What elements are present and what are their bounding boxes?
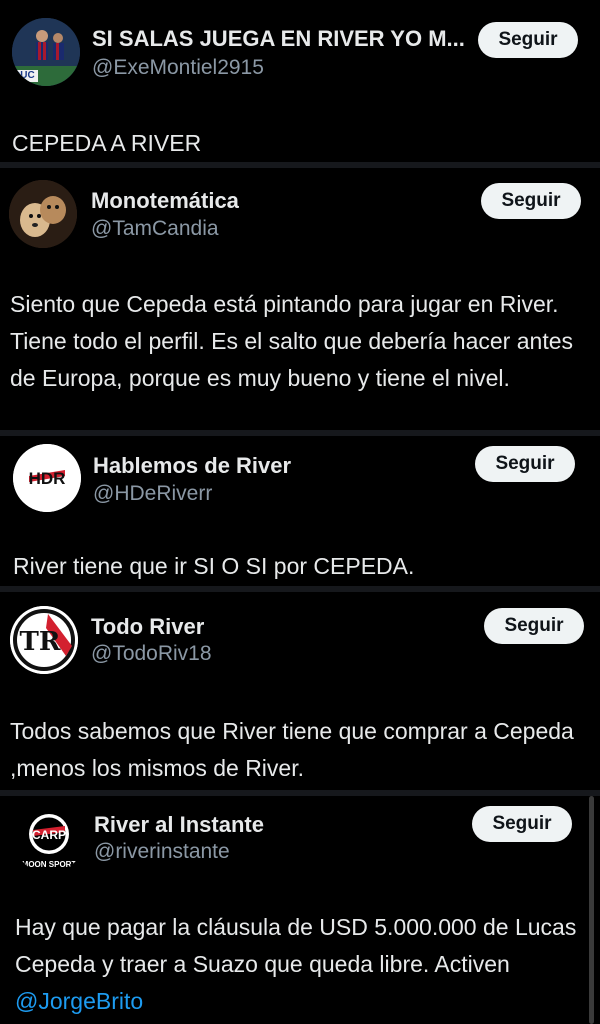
avatar[interactable]: CARP MOON SPORT <box>15 806 83 874</box>
tweet-text: Hay que pagar la cláusula de USD 5.000.0… <box>15 909 585 1020</box>
tweet-text: Todos sabemos que River tiene que compra… <box>10 718 574 781</box>
avatar-text: HDR <box>29 469 66 488</box>
tweet-card[interactable]: TR Todo River @TodoRiv18 Seguir Todos sa… <box>0 592 600 790</box>
avatar-text: DUC <box>13 70 35 81</box>
display-name[interactable]: Todo River <box>91 614 451 640</box>
display-name[interactable]: SI SALAS JUEGA EN RIVER YO M... <box>92 26 472 52</box>
avatar-text: CARP <box>32 828 66 842</box>
avatar-text: TR <box>20 627 61 657</box>
carp-moon-sport-logo-icon: CARP MOON SPORT <box>15 806 83 874</box>
tweet-text: River tiene que ir SI O SI por CEPEDA. <box>13 553 415 579</box>
scrollbar[interactable] <box>589 796 594 1024</box>
avatar[interactable] <box>9 180 77 248</box>
follow-button[interactable]: Seguir <box>484 608 584 644</box>
display-name[interactable]: River al Instante <box>94 812 454 838</box>
tweet-text: CEPEDA A RIVER <box>12 130 202 156</box>
follow-button[interactable]: Seguir <box>478 22 578 58</box>
user-handle[interactable]: @ExeMontiel2915 <box>92 56 264 80</box>
user-handle[interactable]: @TodoRiv18 <box>91 642 212 666</box>
todo-river-logo-icon: TR <box>10 606 78 674</box>
tweet-card[interactable]: DUC SI SALAS JUEGA EN RIVER YO M... @Exe… <box>0 0 600 162</box>
avatar[interactable]: TR <box>10 606 78 674</box>
tweet-card[interactable]: Monotemática @TamCandia Seguir Siento qu… <box>0 168 600 430</box>
display-name[interactable]: Monotemática <box>91 188 461 214</box>
hdr-logo-icon: HDR <box>13 444 81 512</box>
follow-button[interactable]: Seguir <box>475 446 575 482</box>
mention-link[interactable]: @JorgeBrito <box>15 988 143 1014</box>
tweet-card[interactable]: CARP MOON SPORT River al Instante @river… <box>0 796 600 1024</box>
user-handle[interactable]: @riverinstante <box>94 840 230 864</box>
follow-button[interactable]: Seguir <box>472 806 572 842</box>
display-name[interactable]: Hablemos de River <box>93 453 453 479</box>
tweet-card[interactable]: HDR Hablemos de River @HDeRiverr Seguir … <box>0 436 600 586</box>
dogs-photo-icon <box>9 180 77 248</box>
tweet-text: Siento que Cepeda está pintando para jug… <box>10 291 573 391</box>
avatar[interactable]: HDR <box>13 444 81 512</box>
tweet-text-body: Hay que pagar la cláusula de USD 5.000.0… <box>15 914 577 977</box>
avatar[interactable]: DUC <box>12 18 80 86</box>
follow-button[interactable]: Seguir <box>481 183 581 219</box>
user-handle[interactable]: @TamCandia <box>91 217 219 241</box>
user-handle[interactable]: @HDeRiverr <box>93 482 212 506</box>
avatar-subtext: MOON SPORT <box>22 860 77 869</box>
